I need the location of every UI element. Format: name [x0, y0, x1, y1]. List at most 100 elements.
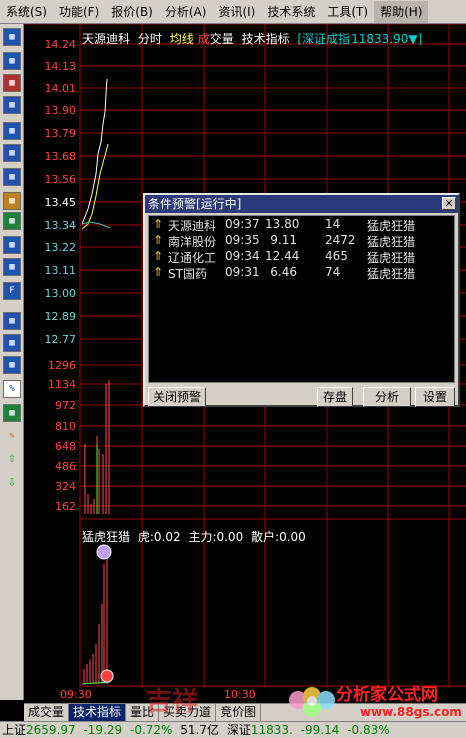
chart-header: 天源迪科 分时 均线 成交量 技术指标 [深证成指11833.90▼]	[82, 30, 426, 47]
menu-item[interactable]: 分析(A)	[159, 1, 213, 23]
sz-index-label: 深证	[226, 723, 251, 737]
menu-bar: 系统(S) 功能(F) 报价(B) 分析(A) 资讯(I) 技术系统 工具(T) 帮助(H)	[0, 0, 466, 24]
users-icon[interactable]: ▦	[3, 212, 21, 230]
price-tick-label: 12.89	[45, 310, 77, 323]
window-icon[interactable]: ▦	[3, 168, 21, 186]
hu-value: 虎:0.02	[137, 530, 181, 544]
alert-vol: 465	[325, 249, 348, 263]
sh-index-change: -19.29	[83, 723, 123, 737]
alert-dialog: 条件预警[运行中] ✕ ⇑ 天源迪科 09:37 13.80 14 猛虎狂猎 ⇑ 南洋股份 09…	[143, 193, 460, 407]
volume-tick-label: 972	[55, 399, 76, 412]
tiger-signal-icon	[96, 544, 112, 560]
alert-signal: 猛虎狂猎	[367, 219, 416, 233]
menu-item[interactable]: 报价(B)	[105, 1, 159, 23]
indicator-label[interactable]: 技术指标	[242, 32, 290, 46]
price-tick-label: 14.24	[45, 38, 77, 51]
arrow-down-icon[interactable]: ⇩	[3, 474, 21, 492]
alert-signal: 猛虎狂猎	[367, 235, 416, 249]
f10-icon[interactable]: F	[3, 282, 21, 300]
tab-3[interactable]: 买卖力道	[159, 704, 217, 721]
menu-item[interactable]: 功能(F)	[53, 1, 105, 23]
grid-icon[interactable]: ▦	[3, 52, 21, 70]
alert-row[interactable]: ⇑ ST国药 09:31 6.46 74 猛虎狂猎	[149, 265, 449, 281]
volume-tick-label: 486	[55, 460, 76, 473]
cheng-label: 成	[197, 32, 210, 46]
zhuli-value: 主力:0.00	[188, 530, 244, 544]
alert-arrow-icon: ⇑	[153, 265, 164, 279]
page-icon[interactable]: ▦	[3, 28, 21, 46]
menu-item[interactable]: 系统(S)	[0, 1, 53, 23]
avg-price-line	[81, 143, 109, 230]
tab-minute[interactable]: 分时	[138, 32, 162, 46]
export-icon[interactable]: ▦	[3, 404, 21, 422]
volume-tick-label: 1134	[48, 378, 76, 391]
alert-time: 09:37	[225, 217, 260, 231]
price-tick-label: 13.11	[45, 264, 77, 277]
ribbon-icon[interactable]: ▦	[3, 356, 21, 374]
alert-price: 6.46	[270, 265, 297, 279]
folder-icon[interactable]: ▦	[3, 192, 21, 210]
pencil-icon[interactable]: ✎	[3, 428, 21, 446]
percent-icon[interactable]: %	[3, 380, 21, 398]
analyze-button[interactable]: 分析	[363, 387, 411, 407]
sz-index-value: 11833.	[250, 723, 293, 737]
status-bar: 上证2659.97 -19.29 -0.72% 51.7亿 深证11833. -…	[0, 721, 466, 738]
alert-signal: 猛虎狂猎	[367, 251, 416, 265]
list-icon[interactable]: ▦	[3, 122, 21, 140]
alert-time: 09:31	[225, 265, 260, 279]
index-label: [深证成指	[297, 32, 351, 46]
tab-0[interactable]: 成交量	[24, 704, 70, 721]
price-tick-label: 13.90	[45, 104, 77, 117]
alert-vol: 14	[325, 217, 341, 231]
tab-4[interactable]: 竞价图	[216, 704, 262, 721]
volume-tick-label: 810	[55, 420, 76, 433]
sz-index-change: -99.14	[300, 723, 340, 737]
menu-item[interactable]: 工具(T)	[321, 1, 374, 23]
alert-name: ST国药	[168, 267, 207, 281]
settings-button[interactable]: 设置	[415, 387, 455, 407]
zoom-icon[interactable]: ▦	[3, 258, 21, 276]
close-alert-button[interactable]: 关闭预警	[148, 387, 206, 407]
menu-item[interactable]: 资讯(I)	[212, 1, 261, 23]
sanhu-value: 散户:0.00	[251, 530, 306, 544]
clock-icon[interactable]: ▦	[3, 236, 21, 254]
avg-line-label[interactable]: 均线	[170, 32, 194, 46]
alert-row[interactable]: ⇑ 天源迪科 09:37 13.80 14 猛虎狂猎	[149, 217, 449, 233]
signal-dot-icon	[100, 669, 114, 683]
alert-name: 辽通化工	[168, 251, 217, 265]
alert-name: 天源迪科	[168, 219, 217, 233]
stock-name: 天源迪科	[82, 32, 131, 46]
alert-arrow-icon: ⇑	[153, 217, 164, 231]
price-tick-label: 12.77	[45, 333, 77, 346]
close-icon[interactable]: ✕	[442, 197, 456, 210]
time-tick-label: 09:30	[60, 688, 92, 700]
volume-tick-label: 648	[55, 440, 76, 453]
volume-tick-label: 1296	[48, 359, 76, 372]
arrow-up-icon[interactable]: ⇧	[3, 450, 21, 468]
tab-2[interactable]: 量比	[126, 704, 160, 721]
line-chart-icon[interactable]: ▦	[3, 74, 21, 92]
volume-label[interactable]: 交量	[210, 32, 234, 46]
volume-tick-label: 162	[55, 500, 76, 513]
price-tick-label: 13.22	[45, 241, 77, 254]
dialog-title-bar[interactable]: 条件预警[运行中] ✕	[145, 195, 458, 213]
alert-price: 13.80	[265, 217, 300, 231]
alert-list[interactable]: ⇑ 天源迪科 09:37 13.80 14 猛虎狂猎 ⇑ 南洋股份 09:35 9.11 2472 猛…	[148, 215, 455, 383]
alert-signal: 猛虎狂猎	[367, 267, 416, 281]
area-chart-icon[interactable]: ▦	[3, 334, 21, 352]
tab-1[interactable]: 技术指标	[69, 704, 127, 721]
menu-item[interactable]: 技术系统	[261, 1, 321, 23]
alert-vol: 74	[325, 265, 341, 279]
wave-icon[interactable]: ▦	[3, 312, 21, 330]
save-button[interactable]: 存盘	[317, 387, 353, 407]
alert-name: 南洋股份	[168, 235, 217, 249]
alert-row[interactable]: ⇑ 南洋股份 09:35 9.11 2472 猛虎狂猎	[149, 233, 449, 249]
candle-chart-icon[interactable]: ▦	[3, 96, 21, 114]
price-tick-label: 14.01	[45, 82, 77, 95]
alert-row[interactable]: ⇑ 辽通化工 09:34 12.44 465 猛虎狂猎	[149, 249, 449, 265]
table-icon[interactable]: ▦	[3, 144, 21, 162]
price-tick-label: 13.34	[45, 219, 77, 232]
alert-price: 12.44	[265, 249, 300, 263]
menu-item[interactable]: 帮助(H)	[374, 0, 429, 23]
price-tick-label: 14.13	[45, 60, 77, 73]
